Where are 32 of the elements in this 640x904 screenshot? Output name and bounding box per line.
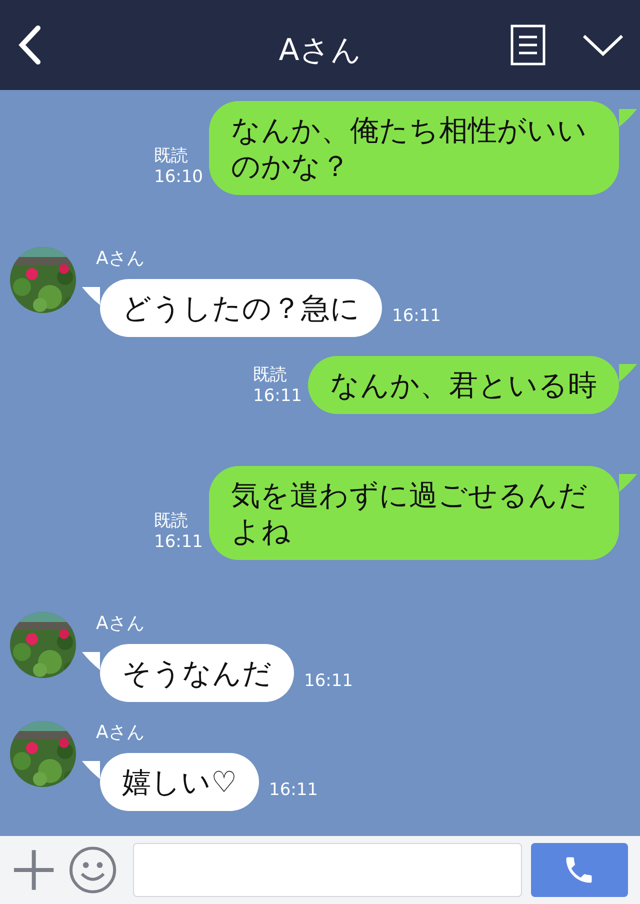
bubble-tail [82,287,100,305]
call-button[interactable] [530,843,628,897]
message-bubble: 嬉しい♡ [100,753,259,811]
menu-icon[interactable] [510,24,546,66]
read-receipt: 既読 [154,146,189,167]
message-time: 16:11 [253,386,302,407]
message-time: 16:11 [269,780,318,801]
bubble-tail [82,761,100,779]
sender-name: Aさん [96,248,146,269]
message-bubble: なんか、俺たち相性がいいのかな？ [209,101,619,195]
plus-icon[interactable] [12,848,56,892]
chat-title: Aさん [278,32,362,70]
message-time: 16:11 [392,306,441,327]
message-bubble: そうなんだ [100,644,294,702]
message-time: 16:11 [304,671,353,692]
bubble-tail [619,364,637,382]
message-bubble: 気を遣わずに過ごせるんだよね [209,466,619,560]
bubble-tail [619,109,637,127]
sender-name: Aさん [96,613,146,634]
read-receipt: 既読 [154,511,189,532]
back-icon[interactable] [16,25,42,65]
bubble-tail [82,652,100,670]
message-bubble: なんか、君といる時 [308,356,619,414]
message-input[interactable] [133,843,522,897]
message-bubble: どうしたの？急に [100,279,382,337]
smiley-icon[interactable] [68,845,118,895]
bubble-tail [619,474,637,492]
read-receipt: 既読 [253,365,288,386]
message-time: 16:10 [154,167,203,188]
message-time: 16:11 [154,532,203,553]
sender-name: Aさん [96,722,146,743]
chevron-down-icon[interactable] [582,33,624,57]
